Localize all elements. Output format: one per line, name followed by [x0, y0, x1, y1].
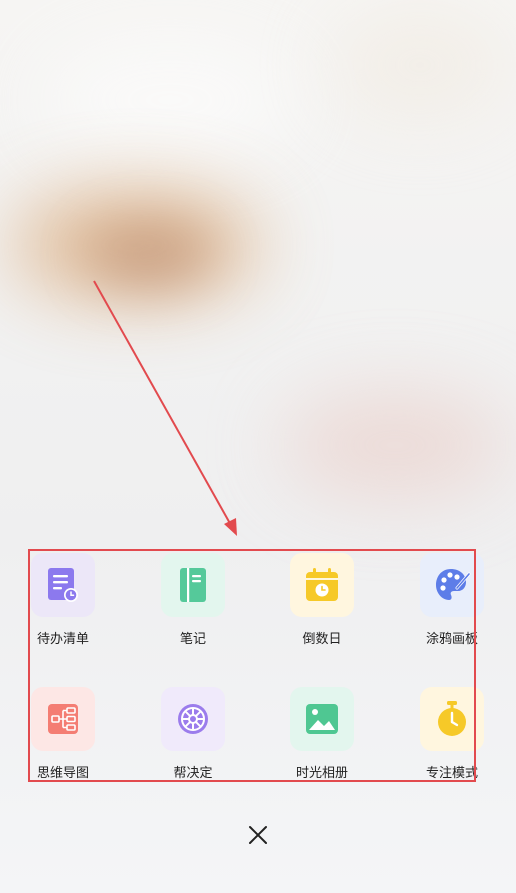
annotation-highlight-box: [28, 549, 476, 782]
close-icon: [249, 826, 267, 844]
close-button[interactable]: [246, 823, 270, 847]
